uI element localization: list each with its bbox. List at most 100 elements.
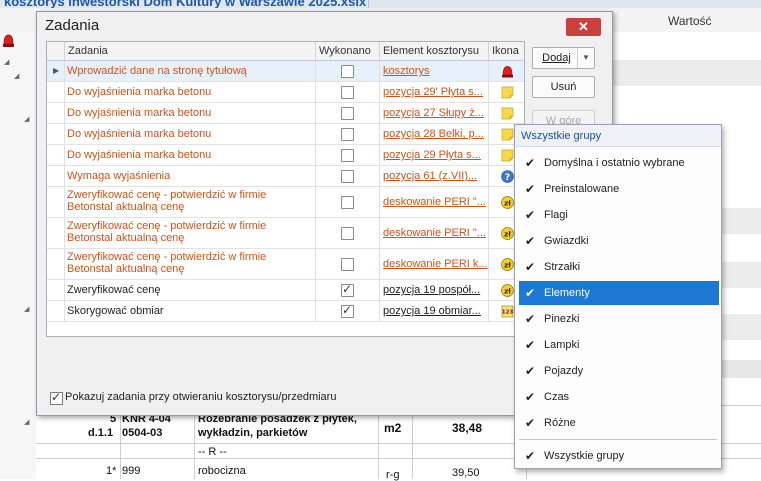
element-link[interactable]: deskowanie PERI "...	[383, 227, 486, 239]
menu-item[interactable]: ✔ Pojazdy	[519, 359, 719, 383]
column-header-task[interactable]: Zadania	[65, 42, 316, 61]
task-text[interactable]: Zweryfikować cenę - potwierdzić w firmie…	[65, 218, 316, 248]
row-indicator[interactable]	[47, 218, 65, 248]
menu-item-label: Elementy	[544, 287, 590, 299]
element-link[interactable]: deskowanie PERI "...	[383, 196, 486, 208]
column-header-done[interactable]: Wykonano	[316, 42, 380, 61]
element-link[interactable]: pozycja 28 Belki, p...	[383, 128, 484, 140]
done-checkbox[interactable]	[341, 282, 354, 297]
expand-arrow-icon[interactable]: ◢	[24, 418, 29, 426]
table-row[interactable]: Skorygować obmiar pozycja 19 obmiar... 123	[47, 301, 524, 322]
done-checkbox[interactable]	[341, 86, 354, 99]
element-link[interactable]: pozycja 27 Słupy ż...	[383, 107, 484, 119]
icon-cell[interactable]	[489, 103, 524, 123]
done-checkbox[interactable]	[341, 303, 354, 318]
task-text[interactable]: Zweryfikować cenę - potwierdzić w firmie…	[65, 187, 316, 217]
column-header-icon[interactable]: Ikona	[489, 42, 524, 61]
row-indicator[interactable]	[47, 103, 65, 123]
menu-item-all-groups[interactable]: ✔ Wszystkie grupy	[519, 444, 719, 468]
element-cell: pozycja 19 pospół...	[380, 280, 489, 300]
menu-item[interactable]: ✔ Preinstalowane	[519, 177, 719, 201]
table-row[interactable]: Zweryfikować cenę - potwierdzić w firmie…	[47, 218, 524, 249]
done-checkbox[interactable]	[341, 196, 354, 209]
element-link[interactable]: pozycja 61 (z.VII)...	[383, 170, 477, 182]
row-stripe	[611, 60, 761, 86]
table-row[interactable]: Do wyjaśnienia marka betonu pozycja 29' P…	[47, 82, 524, 103]
menu-item[interactable]: ✔ Pinezki	[519, 307, 719, 331]
row-indicator[interactable]	[47, 166, 65, 186]
row-indicator[interactable]	[47, 145, 65, 165]
menu-item[interactable]: ✔ Flagi	[519, 203, 719, 227]
element-link[interactable]: deskowanie PERI k...	[383, 258, 488, 270]
row-indicator[interactable]	[47, 249, 65, 279]
svg-text:zł: zł	[504, 200, 511, 208]
task-text[interactable]: Wymaga wyjaśnienia	[65, 166, 316, 186]
icon-cell[interactable]	[489, 82, 524, 102]
row-indicator[interactable]	[47, 301, 65, 321]
done-checkbox[interactable]	[341, 170, 354, 183]
task-text[interactable]: Wprowadzić dane na stronę tytułową	[65, 61, 316, 81]
table-row[interactable]: Do wyjaśnienia marka betonu pozycja 29 Pł…	[47, 145, 524, 166]
done-checkbox[interactable]	[341, 128, 354, 141]
alarm-lamp-icon	[3, 34, 14, 47]
remove-button[interactable]: Usuń	[532, 76, 595, 98]
task-text[interactable]: Do wyjaśnienia marka betonu	[65, 145, 316, 165]
menu-item-label: Lampki	[544, 339, 580, 351]
show-tasks-label[interactable]: Pokazuj zadania przy otwieraniu kosztory…	[65, 391, 336, 403]
column-header-wartosc[interactable]: Wartość	[668, 14, 712, 28]
table-row[interactable]: Do wyjaśnienia marka betonu pozycja 27 Sł…	[47, 103, 524, 124]
row-indicator[interactable]	[47, 187, 65, 217]
done-checkbox[interactable]	[341, 258, 354, 271]
element-link[interactable]: kosztorys	[383, 65, 429, 77]
add-button-label: Dodaj	[542, 52, 571, 64]
column-header-element[interactable]: Element kosztorysu	[380, 42, 489, 61]
expand-arrow-icon[interactable]: ◢	[24, 115, 29, 123]
done-checkbox[interactable]	[341, 227, 354, 240]
table-row[interactable]: Do wyjaśnienia marka betonu pozycja 28 Be…	[47, 124, 524, 145]
task-text[interactable]: Do wyjaśnienia marka betonu	[65, 103, 316, 123]
task-text[interactable]: Skorygować obmiar	[65, 301, 316, 321]
table-row[interactable]: Zweryfikować cenę - potwierdzić w firmie…	[47, 249, 524, 280]
add-button[interactable]: Dodaj ▼	[532, 47, 595, 69]
menu-item[interactable]: ✔ Różne	[519, 411, 719, 435]
task-text[interactable]: Zweryfikować cenę	[65, 280, 316, 300]
menu-item[interactable]: ✔ Gwiazdki	[519, 229, 719, 253]
table-row[interactable]: Zweryfikować cenę pozycja 19 pospół... zł	[47, 280, 524, 301]
element-cell: pozycja 29 Płyta s...	[380, 145, 489, 165]
menu-item[interactable]: ✔ Lampki	[519, 333, 719, 357]
done-checkbox[interactable]	[341, 107, 354, 120]
menu-item[interactable]: ✔ Elementy	[519, 281, 719, 305]
table-row[interactable]: Wymaga wyjaśnienia pozycja 61 (z.VII)...?	[47, 166, 524, 187]
table-row[interactable]: Zweryfikować cenę - potwierdzić w firmie…	[47, 187, 524, 218]
row-indicator[interactable]	[47, 280, 65, 300]
question-icon: ?	[501, 170, 514, 183]
expand-arrow-icon[interactable]: ◢	[24, 305, 29, 313]
show-tasks-checkbox[interactable]	[50, 390, 63, 405]
done-cell	[316, 124, 380, 144]
remove-button-label: Usuń	[550, 81, 577, 93]
task-text[interactable]: Do wyjaśnienia marka betonu	[65, 82, 316, 102]
done-cell	[316, 166, 380, 186]
close-button[interactable]: ✕	[566, 18, 601, 36]
menu-item[interactable]: ✔ Strzałki	[519, 255, 719, 279]
row-indicator[interactable]: ▶	[47, 61, 65, 81]
element-cell: kosztorys	[380, 61, 489, 81]
row-indicator[interactable]	[47, 124, 65, 144]
element-link[interactable]: pozycja 19 pospół...	[383, 284, 480, 296]
expand-arrow-icon[interactable]: ◢	[14, 72, 19, 80]
task-text[interactable]: Do wyjaśnienia marka betonu	[65, 124, 316, 144]
done-checkbox[interactable]	[341, 149, 354, 162]
expand-arrow-icon[interactable]: ◢	[4, 58, 9, 66]
resource-description: robocizna	[198, 465, 246, 477]
menu-item[interactable]: ✔ Domyślna i ostatnio wybrane	[519, 151, 719, 175]
table-row[interactable]: ▶ Wprowadzić dane na stronę tytułową koszt…	[47, 61, 524, 82]
element-link[interactable]: pozycja 29' Płyta s...	[383, 86, 483, 98]
icon-cell[interactable]	[489, 61, 524, 81]
element-link[interactable]: pozycja 29 Płyta s...	[383, 149, 481, 161]
menu-item[interactable]: ✔ Czas	[519, 385, 719, 409]
chevron-down-icon[interactable]: ▼	[577, 48, 594, 68]
task-text[interactable]: Zweryfikować cenę - potwierdzić w firmie…	[65, 249, 316, 279]
element-link[interactable]: pozycja 19 obmiar...	[383, 305, 481, 317]
row-indicator[interactable]	[47, 82, 65, 102]
done-checkbox[interactable]	[341, 65, 354, 78]
